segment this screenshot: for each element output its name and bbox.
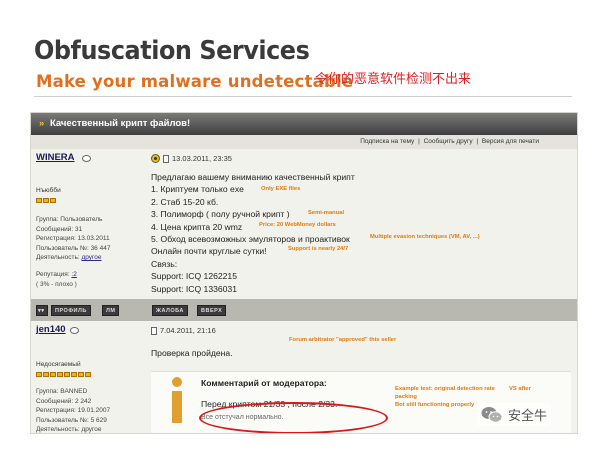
moderator-comment-title: Комментарий от модератора: [201,378,327,388]
user-activity: Деятельность: другое [36,426,102,434]
user-group: Группа: BANNED [36,388,88,395]
annotation-evasion: Multiple evasion techniques (VM, AV, ...… [370,234,480,240]
chinese-caption: 令你的恶意软件检测不出来 [315,72,472,87]
post-username[interactable]: jen140 [36,324,66,335]
post-line: 1. Криптуем только exe [151,184,244,195]
watermark-text: 安全牛 [508,409,548,424]
annotation-price: Price: 20 WebMoney dollars [259,222,336,228]
rank-stars [36,372,92,378]
user-meta: Группа: BANNED Сообщений: 2 242 Регистра… [36,387,111,434]
post-document-icon[interactable] [163,154,169,163]
post-status-icon [151,154,160,163]
annotation-test-line1: Example test: original detection rate [395,386,495,392]
tell-friend-link[interactable]: Сообщить другу [424,138,473,145]
post-header: 13.03.2011, 23:35 [151,154,232,163]
post-line: Support: ICQ 1262215 [151,271,237,282]
post-line: Проверка пройдена. [151,348,233,358]
post-line: Связь: [151,258,178,269]
user-reputation: Репутация: :2 ( 3% - плохо ) [36,270,77,289]
thread-title: Качественный крипт файлов! [49,118,191,129]
post-line: 2. Стаб 15-20 кб. [151,196,219,207]
user-group: Группа: Пользователь [36,216,103,223]
thread-title-bar: » Качественный крипт файлов! [31,113,577,135]
post-buttons-bar: ▾▾ ПРОФИЛЬ ЛМ ЖАЛОБА ВВЕРХ [31,299,577,321]
user-icon: ▾▾ [36,305,48,316]
print-version-link[interactable]: Версия для печати [482,138,539,145]
slide-subtitle: Make your malware undetectable [36,72,354,91]
star-icon [78,372,84,377]
user-activity: Деятельность: другое [36,253,110,263]
annotation-arbitrator: Forum arbitrator "approved" this seller [289,337,397,343]
pm-button[interactable]: ЛМ [102,305,120,316]
user-messages: Сообщений: 2 242 [36,397,92,405]
user-meta: Группа: Пользователь Сообщений: 31 Регис… [36,215,110,263]
post-date: 7.04.2011, 21:16 [160,326,216,335]
reputation-percent: ( 3% - плохо ) [36,280,77,288]
annotation-support: Support is nearly 24/7 [288,246,349,252]
thread-bullet-icon: » [39,118,45,129]
post-header: 7.04.2011, 21:16 [151,326,216,335]
post-body: Предлагаю вашему вниманию качественный к… [151,171,355,295]
user-registered: Регистрация: 13.03.2011 [36,235,110,243]
complaint-button[interactable]: ЖАЛОБА [152,305,188,316]
post-document-icon[interactable] [151,326,157,335]
rank-stars [36,198,57,204]
annotation-test-line2: packing [395,394,417,400]
star-icon [71,372,77,377]
post-line: Предлагаю вашему вниманию качественный к… [151,172,355,182]
annotation-test-line1b: VS after [509,386,531,392]
post-line: Support: ICQ 1336031 [151,283,237,294]
star-icon [43,372,49,377]
post-body: Проверка пройдена. [151,347,233,359]
star-icon [50,198,56,203]
star-icon [85,372,91,377]
star-icon [50,372,56,377]
post-username[interactable]: WINERA [36,152,75,163]
post-date: 13.03.2011, 23:35 [172,154,232,163]
star-icon [36,372,42,377]
header-divider [34,96,572,97]
post-author-sidebar: WINERA Нъюбби Группа: Пользователь Сообщ… [31,149,139,317]
reputation-value[interactable]: :2 [71,271,76,278]
post-line: 5. Обход всевозможных эмуляторов и проак… [151,234,350,245]
star-icon [64,372,70,377]
user-messages: Сообщений: 31 [36,225,83,233]
user-number: Пользователь №: 5 629 [36,416,107,424]
star-icon [57,372,63,377]
profile-button[interactable]: ПРОФИЛЬ [51,305,91,316]
forum-screenshot: » Качественный крипт файлов! Подписка на… [30,112,578,434]
star-icon [43,198,49,203]
wechat-icon [481,406,503,424]
annotation-only-exe: Only EXE files [261,186,301,192]
annotation-test-line3: Bot still functioning properly [395,402,475,408]
user-registered: Регистрация: 19.01.2007 [36,407,111,415]
subscribe-link[interactable]: Подписка на тему [360,138,414,145]
info-icon [170,377,184,423]
user-rank: Недосягаемый [36,361,81,368]
user-number: Пользователь №: 36 447 [36,244,111,252]
post-author-sidebar: jen140 Недосягаемый Группа: BANNED Сообщ… [31,321,139,434]
activity-link[interactable]: другое [81,254,101,261]
up-button[interactable]: ВВЕРХ [197,305,227,316]
thread-actions-bar: Подписка на тему | Сообщить другу | Верс… [31,135,577,149]
user-rank: Нъюбби [36,187,61,194]
highlight-ellipse [199,402,388,433]
reputation-label: Репутация: [36,271,72,278]
watermark: 安全牛 [477,403,552,426]
post-winera: WINERA Нъюбби Группа: Пользователь Сообщ… [31,149,577,317]
message-bubble-icon[interactable] [70,327,79,334]
star-icon [36,198,42,203]
activity-label: Деятельность: [36,254,82,262]
annotation-semi-manual: Semi-manual [308,210,345,216]
post-content: 13.03.2011, 23:35 Предлагаю вашему внима… [139,149,577,317]
slide-title: Obfuscation Services [34,36,310,66]
message-bubble-icon[interactable] [82,155,91,162]
